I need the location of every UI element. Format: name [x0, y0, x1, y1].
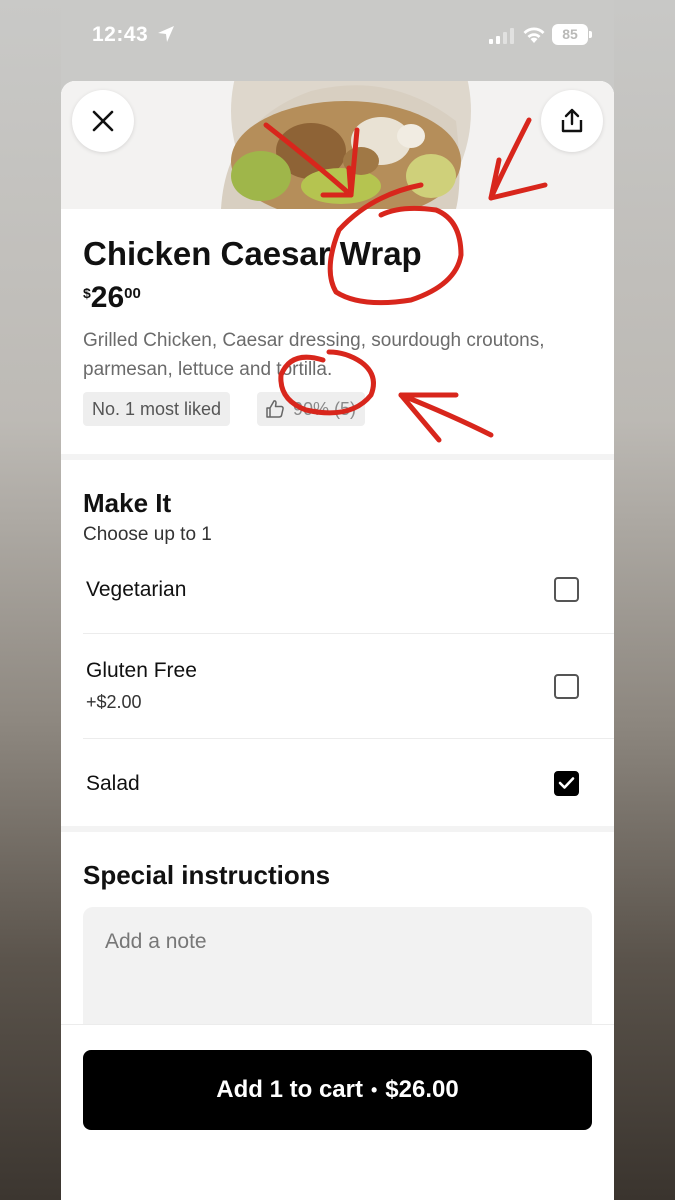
item-detail-sheet: Chicken Caesar Wrap $2600 Grilled Chicke…	[61, 81, 614, 1200]
price-cents: 00	[124, 285, 141, 302]
cart-total: $26.00	[385, 1076, 459, 1103]
item-description: Grilled Chicken, Caesar dressing, sourdo…	[83, 330, 545, 380]
option-price: +$2.00	[86, 692, 142, 712]
background-right	[614, 0, 675, 1200]
thumbs-up-icon	[266, 400, 284, 418]
checkbox-salad[interactable]	[554, 771, 579, 796]
item-title: Chicken Caesar Wrap	[83, 235, 422, 272]
checkbox-vegetarian[interactable]	[554, 577, 579, 602]
rating-badge: 90% (5)	[257, 392, 366, 426]
battery-nub	[589, 31, 592, 38]
special-instructions-title: Special instructions	[83, 860, 331, 890]
row-divider	[83, 633, 614, 634]
most-liked-badge: No. 1 most liked	[83, 392, 231, 426]
option-label: Gluten Free	[86, 659, 197, 682]
make-it-title: Make It	[83, 488, 172, 518]
option-label: Salad	[86, 772, 140, 795]
section-divider	[61, 826, 614, 832]
special-instructions-input[interactable]	[83, 907, 592, 1037]
checkbox-gluten-free[interactable]	[554, 674, 579, 699]
item-photo	[61, 81, 614, 209]
add-to-cart-button[interactable]: Add 1 to cart • $26.00	[83, 1050, 592, 1130]
cart-label: Add 1 to cart	[216, 1076, 363, 1103]
close-button[interactable]	[72, 90, 134, 152]
rating-text: 90% (5)	[293, 399, 357, 419]
wifi-icon	[523, 27, 545, 43]
location-arrow-icon	[158, 26, 174, 42]
row-divider	[83, 738, 614, 739]
option-label: Vegetarian	[86, 578, 187, 601]
share-button[interactable]	[541, 90, 603, 152]
checkmark-icon	[558, 777, 575, 789]
price-currency: $	[83, 285, 91, 301]
battery-indicator: 85	[552, 24, 588, 45]
cellular-signal-icon	[489, 28, 514, 44]
item-price: $2600	[83, 281, 141, 315]
background-left	[0, 0, 61, 1200]
cart-footer: Add 1 to cart • $26.00	[61, 1024, 614, 1200]
close-icon	[92, 110, 114, 132]
price-whole: 26	[90, 281, 125, 314]
status-bar: 12:43 85	[61, 0, 614, 70]
make-it-subtitle: Choose up to 1	[83, 524, 212, 545]
cart-separator: •	[370, 1079, 378, 1100]
status-time: 12:43	[92, 23, 149, 46]
phone-screen: 12:43 85 Chicken Caesar Wrap $2600 Grill…	[61, 0, 614, 1200]
share-icon	[561, 108, 583, 133]
section-divider	[61, 454, 614, 460]
